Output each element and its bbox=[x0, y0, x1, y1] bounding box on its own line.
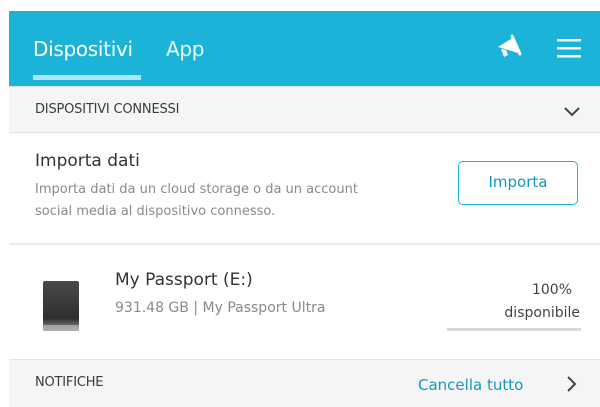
connected-devices-header[interactable]: DISPOSITIVI CONNESSI bbox=[9, 86, 600, 133]
available-label: disponibile bbox=[504, 305, 580, 321]
import-data-card: Importa dati Importa dati da un cloud st… bbox=[9, 133, 600, 243]
import-description: Importa dati da un cloud storage o da un… bbox=[35, 182, 358, 219]
notifications-title: NOTIFICHE bbox=[35, 375, 104, 390]
device-name: My Passport (E:) bbox=[115, 270, 253, 290]
device-row[interactable]: My Passport (E:) 931.48 GB | My Passport… bbox=[9, 245, 600, 359]
drive-icon bbox=[41, 281, 81, 333]
chevron-right-icon[interactable] bbox=[562, 374, 580, 394]
tab-dispositivi[interactable]: Dispositivi bbox=[33, 37, 133, 61]
storage-progress-fill bbox=[447, 328, 581, 331]
menu-icon[interactable] bbox=[553, 33, 587, 63]
clear-all-link[interactable]: Cancella tutto bbox=[418, 376, 523, 394]
connected-devices-title: DISPOSITIVI CONNESSI bbox=[35, 102, 180, 117]
notifications-header: NOTIFICHE Cancella tutto bbox=[9, 359, 600, 407]
chevron-down-icon[interactable] bbox=[562, 101, 582, 121]
storage-progress-bar bbox=[447, 328, 581, 331]
available-percent: 100% bbox=[531, 282, 572, 298]
device-capacity-model: 931.48 GB | My Passport Ultra bbox=[115, 300, 326, 316]
active-tab-indicator bbox=[33, 75, 141, 80]
megaphone-icon[interactable] bbox=[492, 33, 526, 63]
import-title: Importa dati bbox=[35, 151, 140, 171]
import-button[interactable]: Importa bbox=[458, 161, 578, 205]
app-header: Dispositivi App bbox=[9, 11, 600, 86]
tab-app[interactable]: App bbox=[166, 37, 204, 61]
